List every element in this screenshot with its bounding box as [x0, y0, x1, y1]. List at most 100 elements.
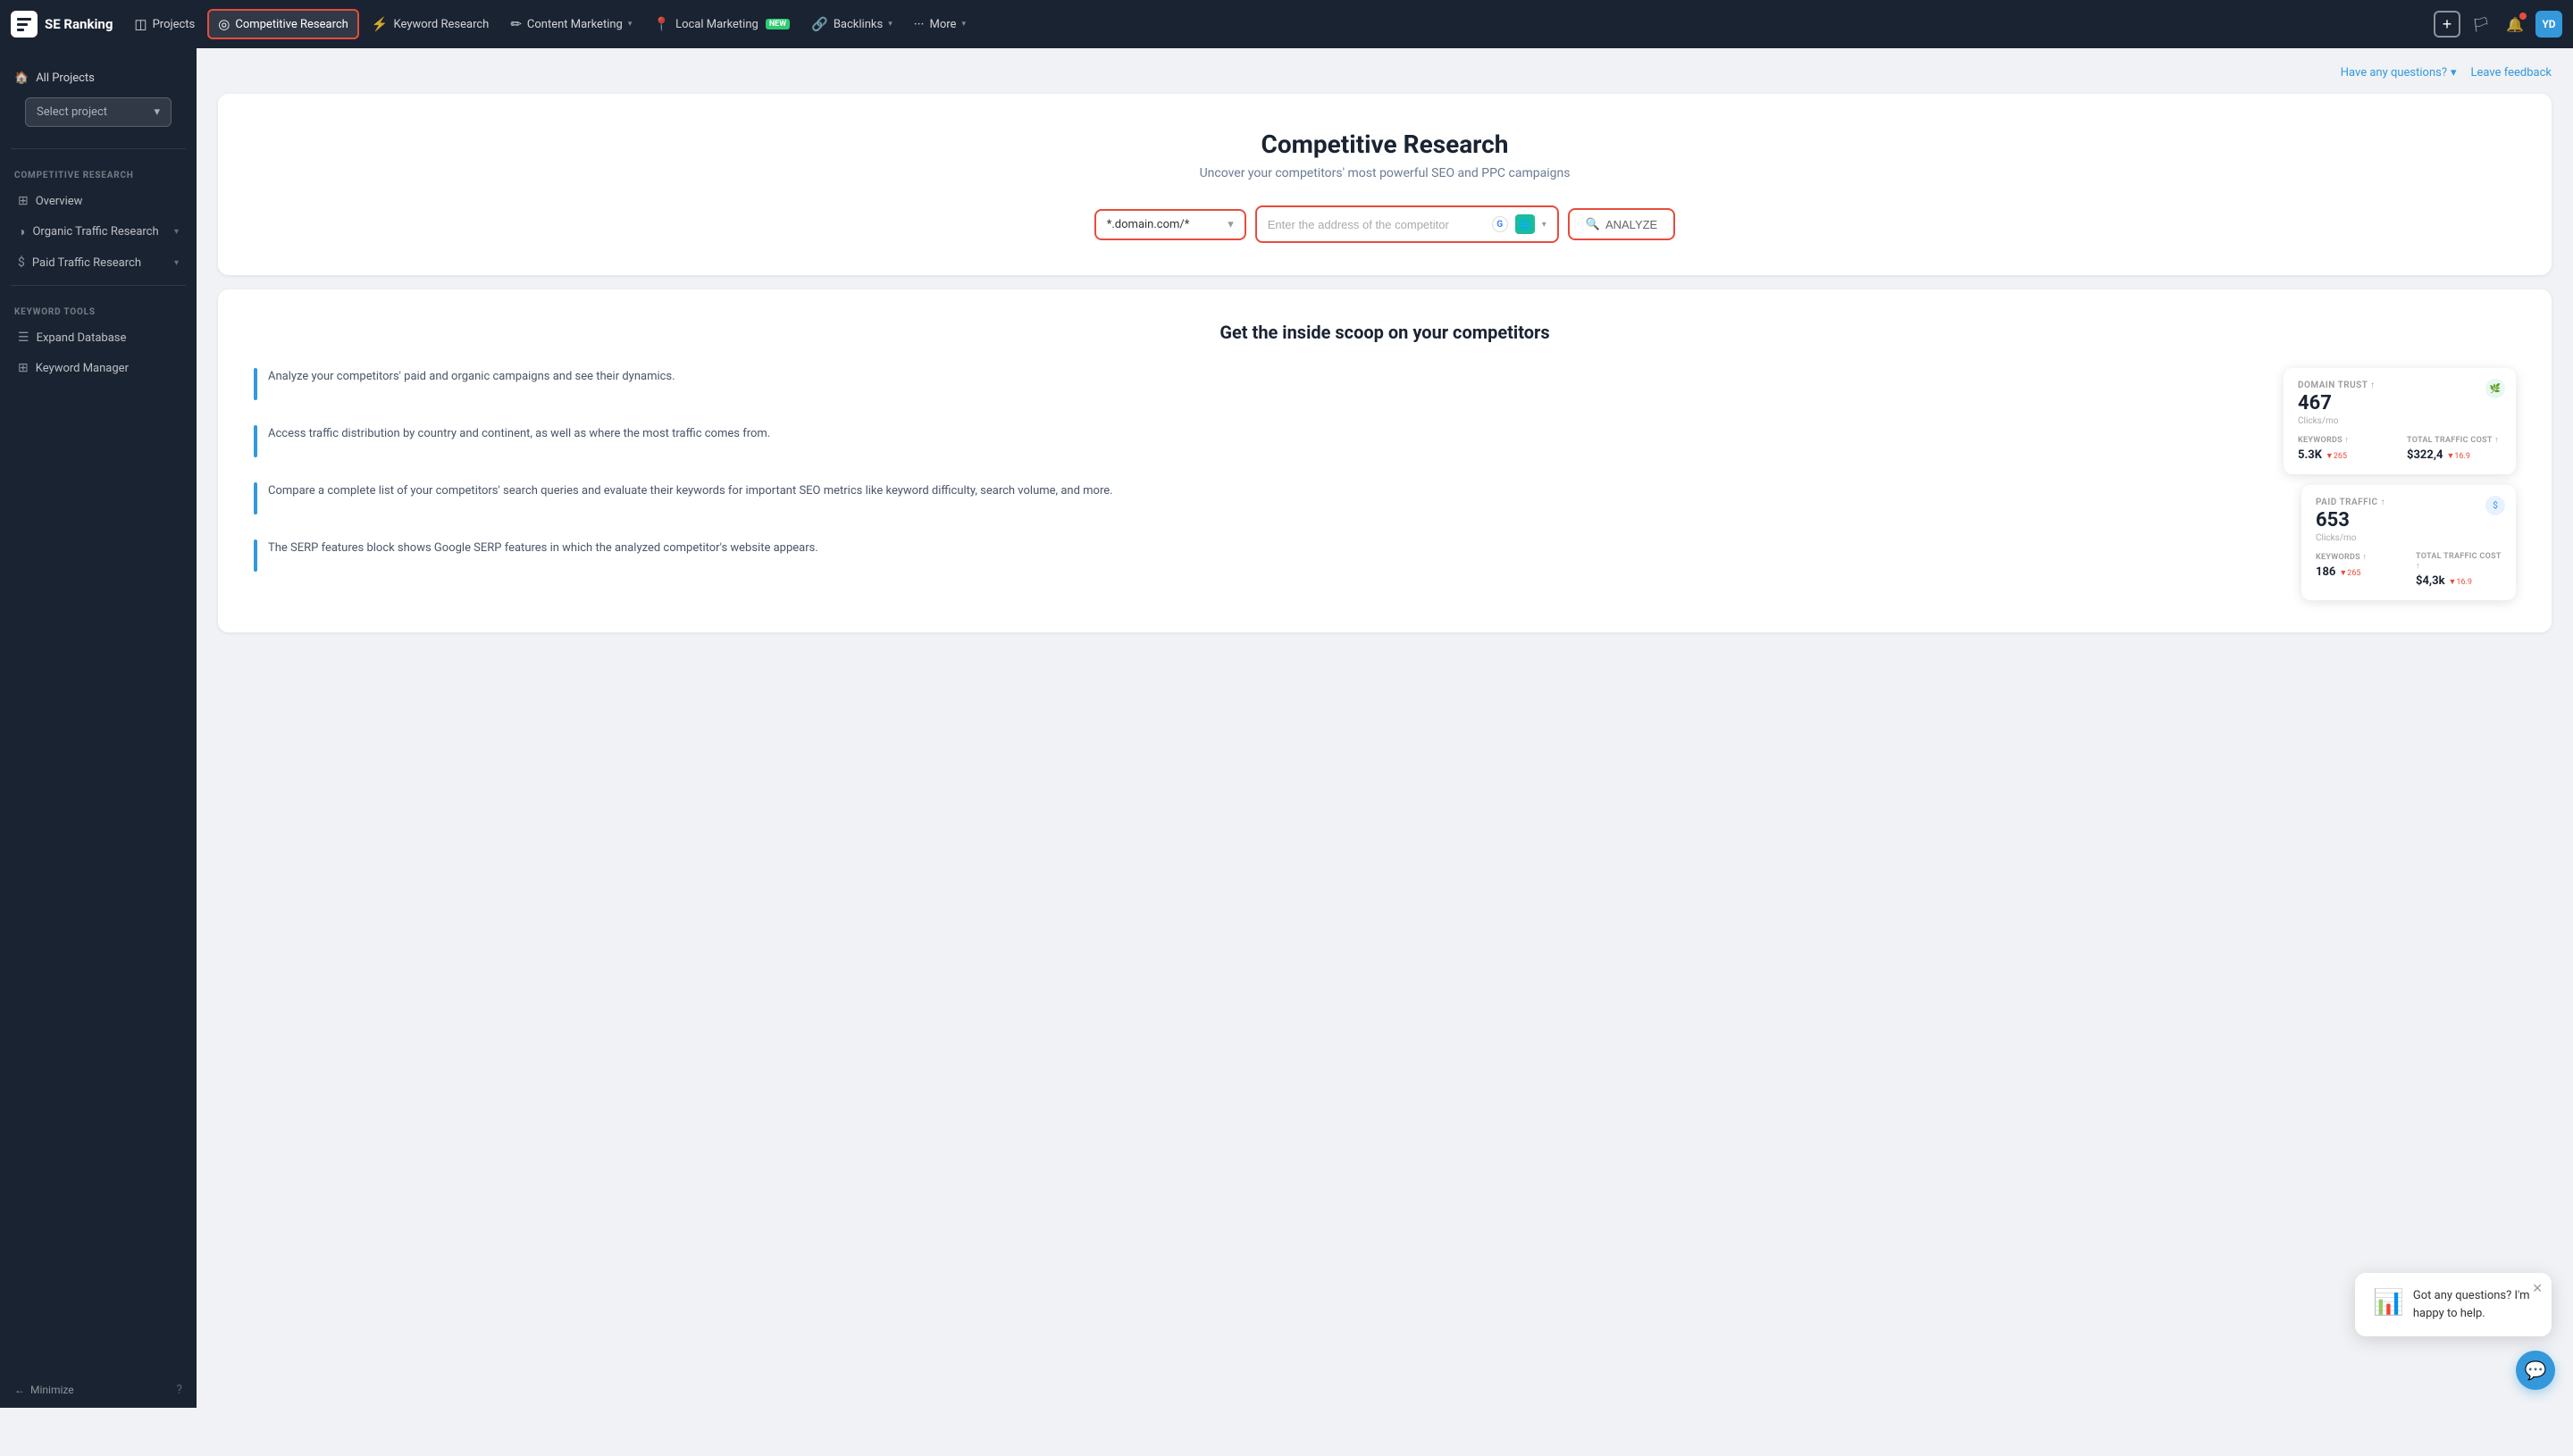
organic-traffic-icon: ◑ — [18, 224, 25, 239]
chat-text: Got any questions? I'm happy to help. — [2413, 1287, 2534, 1322]
domain-chevron-icon: ▾ — [1228, 218, 1234, 231]
paid-traffic-chevron: ▾ — [174, 258, 179, 268]
nav-local-marketing[interactable]: 📍 Local Marketing NEW — [644, 11, 799, 38]
sidebar-item-expand-database[interactable]: ☰ Expand Database — [4, 323, 193, 352]
nav-projects[interactable]: ◫ Projects — [125, 11, 204, 38]
have-questions-link[interactable]: Have any questions? ▾ — [2341, 66, 2457, 79]
sidebar-bottom: ← Minimize ? — [0, 1372, 197, 1408]
info-card-title: Get the inside scoop on your competitors — [254, 322, 2516, 343]
nav-keyword-research[interactable]: ⚡ Keyword Research — [363, 11, 499, 38]
paid-traffic-icon: $ — [18, 255, 25, 270]
info-bullet-4: The SERP features block shows Google SER… — [254, 540, 2248, 572]
nav-competitive-research[interactable]: ◎ Competitive Research — [207, 9, 359, 39]
search-card-title: Competitive Research — [254, 130, 2516, 159]
sidebar-divider-1 — [11, 148, 186, 149]
info-visual: 🌿 DOMAIN TRUST ↑ 467 Clicks/mo KEYWORDS … — [2284, 368, 2516, 600]
sidebar-category-competitive: COMPETITIVE RESEARCH — [0, 156, 197, 186]
backlinks-icon: 🔗 — [811, 16, 828, 32]
projects-icon: ◫ — [134, 16, 147, 32]
keyword-research-icon: ⚡ — [372, 16, 389, 32]
nav-more[interactable]: ··· More ▾ — [905, 11, 975, 38]
sidebar: 🏠 All Projects Select project ▾ COMPETIT… — [0, 48, 197, 1408]
chat-close-button[interactable]: ✕ — [2532, 1282, 2543, 1296]
stat-col-value-keywords-2: 186 — [2316, 565, 2335, 579]
chat-bubble-icon: 💬 — [2525, 1360, 2547, 1381]
domain-value: *.domain.com/* — [1107, 218, 1190, 231]
stat-col-change-keywords-1: ▼265 — [2326, 452, 2347, 461]
stat-card-badge-blue: $ — [2485, 496, 2505, 515]
sidebar-project-select[interactable]: Select project ▾ — [25, 97, 172, 127]
competitor-input-wrap: G 🌐 ▾ — [1255, 205, 1559, 243]
keyword-manager-icon: ⊞ — [18, 361, 29, 375]
info-bullet-1: Analyze your competitors' paid and organ… — [254, 368, 2248, 400]
stat-col-value-cost-2: $4,3k — [2416, 574, 2445, 588]
input-chevron-icon: ▾ — [1542, 220, 1546, 230]
stat-label-domain-trust: DOMAIN TRUST ↑ — [2298, 381, 2502, 390]
more-icon: ··· — [914, 16, 925, 32]
stat-value-paid-traffic: 653 — [2316, 509, 2502, 531]
competitive-research-icon: ◎ — [218, 16, 230, 32]
overview-icon: ⊞ — [18, 194, 29, 208]
stat-col-label-cost-1: TOTAL TRAFFIC COST ↑ — [2407, 435, 2502, 445]
chat-bubble-button[interactable]: 💬 — [2516, 1351, 2555, 1390]
stat-col-value-keywords-1: 5.3K — [2298, 448, 2322, 462]
help-button[interactable]: ? — [176, 1383, 182, 1397]
select-chevron-icon: ▾ — [154, 105, 160, 119]
stat-label-paid-traffic: PAID TRAFFIC ↑ — [2316, 498, 2502, 507]
sidebar-item-keyword-manager[interactable]: ⊞ Keyword Manager — [4, 354, 193, 382]
info-layout: Analyze your competitors' paid and organ… — [254, 368, 2516, 600]
nav-backlinks[interactable]: 🔗 Backlinks ▾ — [802, 11, 901, 38]
domain-selector[interactable]: *.domain.com/* ▾ — [1094, 209, 1246, 240]
analyze-button[interactable]: 🔍 ANALYZE — [1568, 208, 1675, 240]
sidebar-top: 🏠 All Projects Select project ▾ — [0, 48, 197, 141]
sidebar-item-paid-traffic[interactable]: $ Paid Traffic Research ▾ — [4, 248, 193, 277]
stat-col-keywords-1: KEYWORDS ↑ 5.3K ▼265 — [2298, 435, 2393, 462]
bullet-text-3: Compare a complete list of your competit… — [268, 482, 1113, 501]
top-navigation: SE Ranking ◫ Projects ◎ Competitive Rese… — [0, 0, 2573, 48]
stat-row-2: KEYWORDS ↑ 186 ▼265 TOTAL TRAFFIC COST ↑… — [2316, 552, 2502, 588]
sidebar-category-keyword-tools: KEYWORD TOOLS — [0, 293, 197, 322]
more-chevron: ▾ — [961, 20, 966, 29]
sidebar-divider-2 — [11, 285, 186, 286]
expand-database-icon: ☰ — [18, 331, 29, 345]
stat-sub-domain-trust: Clicks/mo — [2298, 416, 2502, 426]
stat-col-traffic-cost-2: TOTAL TRAFFIC COST ↑ $4,3k ▼16.9 — [2416, 552, 2502, 588]
content-marketing-icon: ✏ — [510, 16, 522, 32]
stat-col-label-keywords-2: KEYWORDS ↑ — [2316, 552, 2401, 562]
stat-col-value-cost-1: $322,4 — [2407, 448, 2443, 462]
home-icon: 🏠 — [14, 71, 29, 85]
sidebar-item-overview[interactable]: ⊞ Overview — [4, 187, 193, 215]
competitor-input[interactable] — [1268, 218, 1485, 231]
info-bullet-3: Compare a complete list of your competit… — [254, 482, 2248, 515]
logo-icon — [11, 11, 38, 38]
sidebar-item-organic-traffic[interactable]: ◑ Organic Traffic Research ▾ — [4, 217, 193, 247]
stat-card-domain-trust: 🌿 DOMAIN TRUST ↑ 467 Clicks/mo KEYWORDS … — [2284, 368, 2516, 474]
leave-feedback-link[interactable]: Leave feedback — [2471, 66, 2552, 79]
brand-name: SE Ranking — [45, 16, 113, 32]
organic-traffic-chevron: ▾ — [174, 227, 179, 237]
content-marketing-chevron: ▾ — [628, 20, 633, 29]
notifications-button[interactable]: 🔔 — [2502, 11, 2528, 38]
google-icon: G — [1492, 216, 1508, 232]
add-button[interactable]: + — [2434, 11, 2460, 38]
search-row: *.domain.com/* ▾ G 🌐 ▾ 🔍 ANALYZE — [254, 205, 2516, 243]
nav-content-marketing[interactable]: ✏ Content Marketing ▾ — [501, 11, 641, 38]
minimize-button[interactable]: ← Minimize — [14, 1384, 74, 1396]
info-card: Get the inside scoop on your competitors… — [218, 289, 2552, 632]
stat-sub-paid-traffic: Clicks/mo — [2316, 533, 2502, 543]
bullet-bar-4 — [254, 540, 257, 572]
questions-chevron-icon: ▾ — [2451, 66, 2457, 79]
stat-col-change-cost-1: ▼16.9 — [2446, 452, 2469, 461]
avatar[interactable]: YD — [2535, 11, 2562, 38]
bullet-bar-2 — [254, 425, 257, 457]
stat-card-badge-green: 🌿 — [2485, 379, 2505, 398]
info-bullet-2: Access traffic distribution by country a… — [254, 425, 2248, 457]
main-content: Have any questions? ▾ Leave feedback Com… — [197, 48, 2573, 1408]
search-card: Competitive Research Uncover your compet… — [218, 94, 2552, 275]
logo[interactable]: SE Ranking — [11, 11, 113, 38]
notification-dot — [2519, 13, 2527, 20]
bullet-bar-3 — [254, 482, 257, 515]
flag-button[interactable]: 🏳 — [2468, 11, 2494, 38]
sidebar-all-projects[interactable]: 🏠 All Projects — [14, 66, 182, 90]
stat-row-1: KEYWORDS ↑ 5.3K ▼265 TOTAL TRAFFIC COST … — [2298, 435, 2502, 462]
